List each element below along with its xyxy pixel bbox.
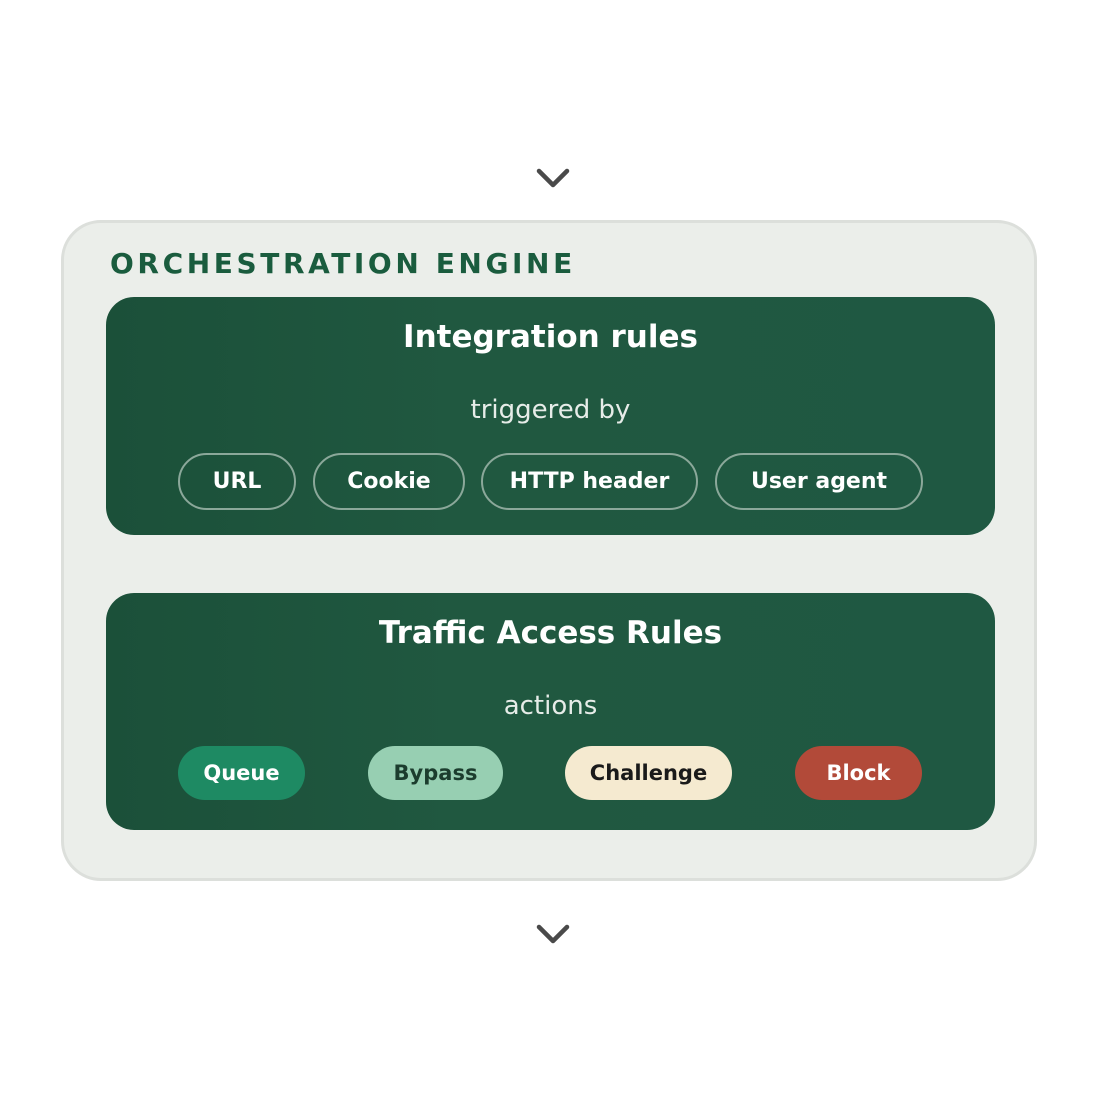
trigger-chip-http-header[interactable]: HTTP header	[481, 453, 698, 510]
engine-title: ORCHESTRATION ENGINE	[110, 247, 576, 280]
trigger-chip-user-agent[interactable]: User agent	[715, 453, 923, 510]
integration-rules-title: Integration rules	[403, 319, 698, 355]
integration-rules-subtitle: triggered by	[470, 395, 631, 425]
trigger-chip-cookie[interactable]: Cookie	[313, 453, 465, 510]
action-chip-bypass[interactable]: Bypass	[368, 746, 503, 800]
traffic-access-rules-subtitle: actions	[503, 691, 598, 721]
orchestration-engine-container: ORCHESTRATION ENGINE Integration rules t…	[61, 220, 1037, 881]
action-chip-block[interactable]: Block	[795, 746, 922, 800]
trigger-chip-url[interactable]: URL	[178, 453, 296, 510]
integration-rules-panel: Integration rules triggered by URL Cooki…	[106, 297, 995, 535]
action-chip-challenge[interactable]: Challenge	[565, 746, 732, 800]
action-chip-queue[interactable]: Queue	[178, 746, 305, 800]
traffic-access-rules-title: Traffic Access Rules	[378, 615, 723, 651]
traffic-access-rules-panel: Traffic Access Rules actions Queue Bypas…	[106, 593, 995, 830]
diagram-canvas: ORCHESTRATION ENGINE Integration rules t…	[0, 0, 1100, 1100]
chevron-down-icon	[536, 168, 570, 188]
chevron-down-icon	[536, 924, 570, 944]
